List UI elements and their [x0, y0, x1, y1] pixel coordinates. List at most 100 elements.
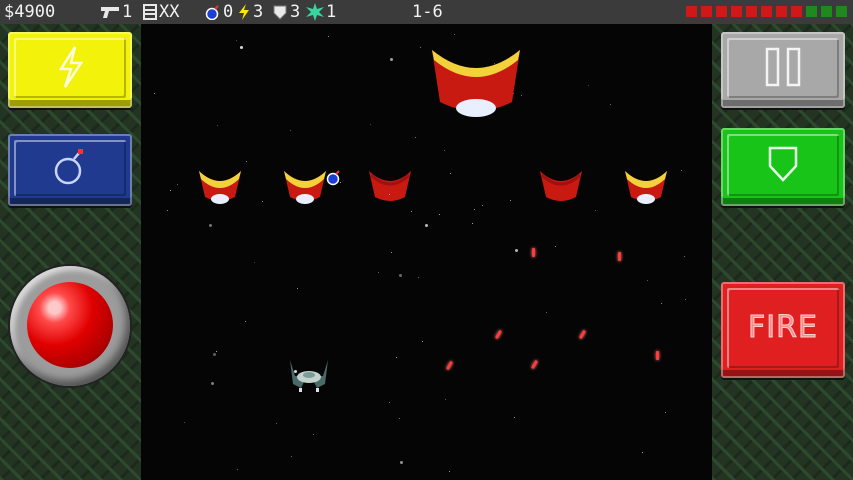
star: [184, 422, 185, 423]
lightning-button[interactable]: [8, 32, 132, 108]
star: [246, 161, 247, 162]
bomb-button[interactable]: [8, 134, 132, 206]
ammo-clip-icon: [143, 4, 157, 20]
enemy-ship: [284, 171, 326, 204]
enemy-laser: [578, 329, 587, 340]
star: [399, 274, 402, 277]
enemy-laser: [530, 359, 539, 370]
star: [211, 382, 214, 385]
star: [546, 312, 547, 313]
ammo-counter: XX: [143, 0, 179, 24]
star: [216, 351, 217, 352]
star: [681, 170, 682, 171]
lightning-icon: [58, 46, 84, 88]
enemy-ship: [540, 171, 582, 201]
star: [610, 104, 611, 105]
star: [378, 272, 379, 273]
pistol-counter: 1: [100, 0, 132, 24]
star: [513, 58, 514, 59]
enemy-laser: [494, 329, 503, 340]
star: [647, 280, 648, 281]
health-cell: [806, 6, 817, 17]
star: [167, 210, 168, 211]
star-burst-icon: [306, 3, 324, 21]
star: [237, 469, 238, 470]
health-cell: [746, 6, 757, 17]
star: [665, 412, 666, 413]
player-ship: [290, 360, 328, 392]
star: [400, 461, 403, 464]
star: [420, 47, 421, 48]
game-playfield[interactable]: [141, 24, 712, 480]
pause-button[interactable]: [721, 32, 845, 108]
right-control-panel: FIRE: [712, 24, 853, 480]
level-value: 1-6: [412, 2, 443, 22]
bomb-icon: [205, 5, 219, 20]
star: [422, 341, 423, 342]
fire-button[interactable]: FIRE: [721, 282, 845, 378]
star: [642, 452, 643, 453]
star: [399, 418, 400, 419]
money-display: $4900: [4, 0, 55, 24]
money-value: $4900: [4, 2, 56, 22]
star: [482, 205, 483, 206]
star: [290, 130, 291, 131]
star: [389, 402, 390, 403]
star: [514, 417, 515, 418]
pause-icon: [765, 47, 801, 87]
star: [154, 93, 155, 94]
shield-counter: 3: [272, 0, 300, 24]
health-cell: [776, 6, 787, 17]
pistol-count: 1: [122, 2, 133, 22]
star: [276, 423, 277, 424]
star: [521, 95, 522, 96]
ammo-label: XX: [159, 2, 180, 22]
health-cell: [836, 6, 847, 17]
star: [389, 194, 390, 195]
star: [474, 209, 475, 210]
joystick-ball[interactable]: [27, 282, 113, 368]
star: [588, 85, 589, 86]
enemy-ship: [199, 171, 241, 204]
star: [297, 288, 298, 289]
left-control-panel: [0, 24, 141, 480]
star: [595, 210, 596, 211]
level-indicator: 1-6: [412, 0, 443, 24]
star: [494, 63, 495, 64]
lightning-counter: 3: [237, 0, 263, 24]
shield-button[interactable]: [721, 128, 845, 206]
star: [177, 184, 178, 185]
fire-button-label: FIRE: [748, 309, 818, 345]
star: [445, 399, 446, 400]
star: [217, 125, 218, 126]
bomb-icon: [54, 149, 83, 185]
star: [439, 214, 440, 215]
star: [415, 137, 416, 138]
star: [340, 182, 341, 183]
health-cell: [701, 6, 712, 17]
star: [236, 40, 237, 41]
star-counter: 1: [306, 0, 336, 24]
star: [454, 34, 455, 35]
health-cell: [731, 6, 742, 17]
star: [213, 353, 216, 356]
bomb-count: 0: [223, 2, 234, 22]
star-count: 1: [326, 2, 337, 22]
star: [450, 173, 451, 174]
star: [425, 224, 428, 227]
star: [418, 277, 419, 278]
health-cell: [716, 6, 727, 17]
star: [513, 93, 514, 94]
status-bar: $4900 1 XX 0 3 3 1 1-6: [0, 0, 853, 24]
star: [294, 370, 297, 373]
star: [245, 321, 246, 322]
star: [313, 434, 314, 435]
star: [370, 124, 371, 125]
joystick[interactable]: [10, 266, 130, 386]
enemy-ship: [625, 171, 667, 204]
health-cell: [791, 6, 802, 17]
bomb-counter: 0: [205, 0, 233, 24]
star: [685, 299, 686, 300]
boss-enemy-ship: [432, 50, 520, 117]
star: [449, 471, 450, 472]
